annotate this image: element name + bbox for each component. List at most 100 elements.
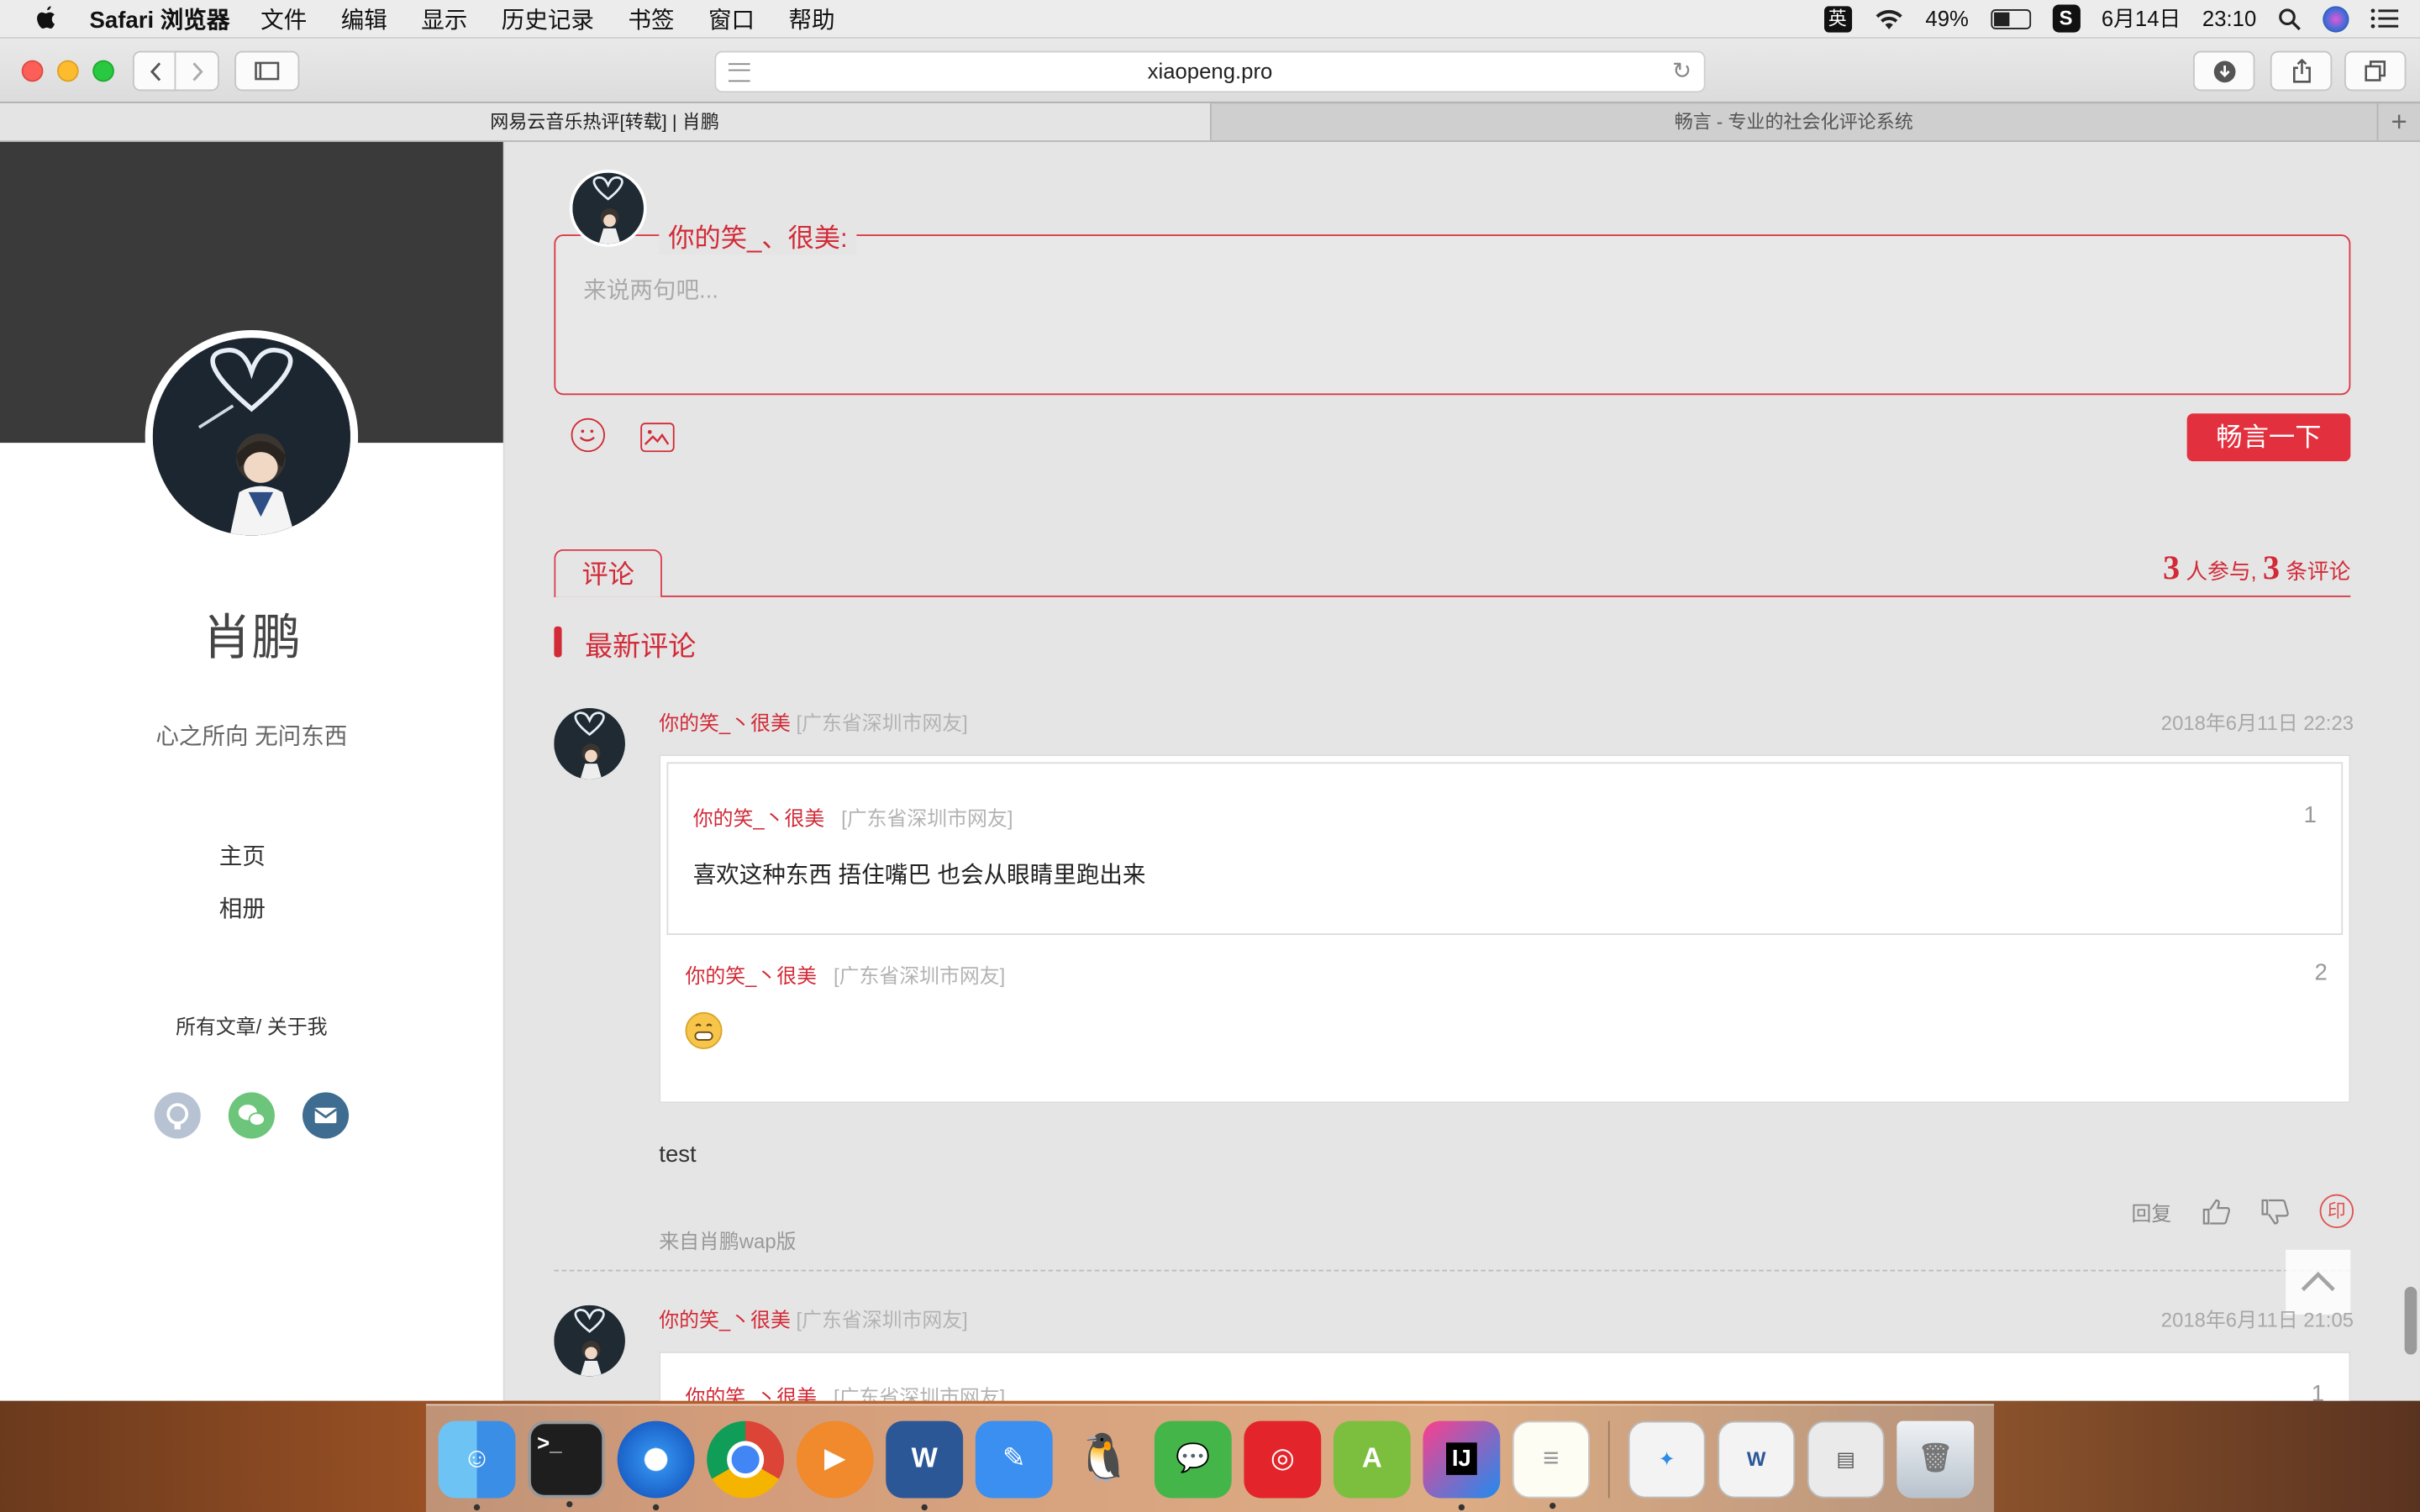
intellij-icon[interactable]: IJ [1423,1420,1501,1510]
spotlight-icon[interactable] [2278,7,2302,30]
quote-user[interactable]: 你的笑_丶很美 [686,964,818,988]
github-icon[interactable] [154,1092,201,1139]
author-motto: 心之所向 无问东西 [155,723,348,750]
comment-user[interactable]: 你的笑_丶很美 [659,711,791,735]
quote-user[interactable]: 你的笑_丶很美 [693,807,825,831]
tab-overview-button[interactable] [2344,50,2407,92]
menu-window[interactable]: 窗口 [708,3,755,35]
menubar-date[interactable]: 6月14日 [2102,3,2181,34]
menu-help[interactable]: 帮助 [788,3,834,35]
quote-location: [广东省深圳市网友] [841,806,1013,831]
minimize-window-button[interactable] [56,60,79,82]
comment-user[interactable]: 你的笑_丶很美 [659,1309,791,1332]
siri-icon[interactable] [2323,5,2349,32]
notes-pen-icon[interactable]: ✎ [975,1420,1053,1498]
web-page: 肖鹏 心之所向 无问东西 主页 相册 所有文章/ 关于我 来说两句吧... 你的… [0,141,2420,1401]
menu-history[interactable]: 历史记录 [502,3,594,35]
comment-body: test [659,1142,697,1168]
url-text: xiaopeng.pro [1147,58,1273,84]
finder-icon[interactable]: ☺ [438,1420,516,1510]
wechat-icon[interactable] [228,1092,275,1139]
downloads-button[interactable] [2192,50,2255,92]
thumbs-up-icon[interactable] [2202,1198,2231,1224]
section-marker [554,626,562,658]
submit-comment-button[interactable]: 畅言一下 [2186,413,2351,462]
trash-icon[interactable]: 🗑 [1897,1420,1975,1498]
tab-comments[interactable]: 评论 [554,549,662,597]
browser-toolbar: xiaopeng.pro ↻ [0,38,2420,104]
recent-preview-icon[interactable]: ▤ [1807,1420,1885,1498]
menubar-time[interactable]: 23:10 [2202,6,2256,30]
close-window-button[interactable] [21,60,44,82]
tabs-icon [2365,60,2386,81]
chrome-icon[interactable] [707,1420,785,1498]
quote-1: 你的笑_丶很美 [广东省深圳市网友] 1 喜欢这种东西 捂住嘴巴 也会从眼睛里跑… [666,762,2344,936]
android-studio-icon[interactable]: A [1333,1420,1411,1498]
comments-tab-divider [554,595,2351,597]
safari-icon[interactable]: ✦ [617,1420,695,1510]
quote-2-header: 你的笑_丶很美 [广东省深圳市网友] [686,959,1006,989]
notification-center-icon[interactable] [2370,8,2399,29]
sidebar-toggle-button[interactable] [234,50,300,92]
tab-changyan[interactable]: 畅言 - 专业的社会化评论系统 [1211,103,2379,141]
forward-button[interactable] [174,50,219,92]
emoji-icon[interactable] [571,417,605,453]
comment-source: 来自肖鹏wap版 [659,1229,797,1253]
menu-view[interactable]: 显示 [421,3,467,35]
share-button[interactable] [2270,50,2333,92]
page-scrollbar[interactable] [2404,1286,2417,1355]
comment-time: 2018年6月11日 21:05 [2160,1308,2354,1332]
terminal-icon[interactable]: >_ [528,1420,605,1507]
quote-floor-number: 1 [2303,802,2317,829]
thumbs-down-icon[interactable] [2261,1198,2289,1224]
menu-bookmarks[interactable]: 书签 [628,3,674,35]
dock: ☺ >_ ✦ ▶ W ✎ 🐧 💬 ◎ A IJ ≡ ✦ W ▤ 🗑 [425,1404,1995,1512]
nav-home[interactable]: 主页 [0,839,485,872]
current-user-avatar[interactable] [569,170,647,247]
yin-stamp-button[interactable]: 印 [2319,1194,2354,1229]
recent-word-icon[interactable]: W [1718,1420,1796,1498]
address-bar[interactable]: xiaopeng.pro ↻ [714,50,1706,93]
reply-button[interactable]: 回复 [2131,1196,2171,1226]
word-icon[interactable]: W [886,1420,964,1510]
participant-count: 3 [2163,548,2181,586]
qq-icon[interactable]: 🐧 [1065,1420,1142,1498]
quote-user[interactable]: 你的笑_丶很美 [686,1385,818,1400]
apple-icon[interactable] [34,5,58,33]
sogou-input-icon[interactable]: S [2052,4,2081,33]
music-player-icon[interactable]: ▶ [796,1420,874,1498]
comment-time: 2018年6月11日 22:23 [2160,711,2354,735]
nav-links[interactable]: 所有文章/ 关于我 [0,1011,503,1040]
tab-netease[interactable]: 网易云音乐热评[转载] | 肖鹏 [0,103,1211,141]
recent-safari-icon[interactable]: ✦ [1628,1420,1706,1498]
nav-album[interactable]: 相册 [0,892,485,925]
grin-emoji-icon [685,1011,723,1049]
download-icon [2212,60,2235,82]
commenter-avatar[interactable] [554,1305,625,1377]
reader-view-icon[interactable] [728,63,750,82]
app-menu[interactable]: Safari 浏览器 [90,3,230,35]
netease-music-icon[interactable]: ◎ [1244,1420,1322,1498]
comment-input[interactable]: 来说两句吧... [554,234,2351,396]
input-method-indicator[interactable]: 英 [1823,5,1852,32]
mail-icon[interactable] [302,1092,350,1139]
back-button[interactable] [132,50,178,92]
menu-edit[interactable]: 编辑 [341,3,387,35]
commenter-avatar[interactable] [554,708,625,780]
window-controls [21,60,114,82]
comment-placeholder: 来说两句吧... [583,277,719,304]
menu-file[interactable]: 文件 [260,3,307,35]
wechat-icon[interactable]: 💬 [1154,1420,1232,1498]
sidebar-icon [255,61,280,81]
reload-icon[interactable]: ↻ [1672,52,1691,91]
wifi-icon[interactable] [1873,7,1904,30]
quote-floor-number: 2 [2314,959,2328,986]
comment-actions: 回复 印 [2131,1194,2354,1229]
textedit-icon[interactable]: ≡ [1512,1420,1590,1509]
battery-icon[interactable] [1990,8,2031,29]
share-icon [2292,58,2311,83]
new-tab-button[interactable]: + [2378,103,2420,140]
zoom-window-button[interactable] [92,60,114,82]
image-upload-icon[interactable] [640,423,675,453]
avatar[interactable] [145,330,359,543]
